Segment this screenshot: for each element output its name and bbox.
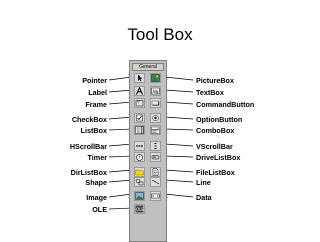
checkbox-icon	[136, 114, 143, 122]
frame-icon: xy	[135, 100, 144, 107]
tool-timer[interactable]	[134, 152, 145, 162]
combobox-icon	[151, 126, 160, 134]
label-dirlistbox: DirListBox	[70, 168, 107, 177]
data-control-icon	[151, 193, 160, 199]
label-ole: OLE	[92, 205, 107, 214]
tool-hscrollbar[interactable]	[134, 141, 145, 151]
tool-ole[interactable]: OLE	[134, 204, 145, 214]
pointer-arrow-icon	[138, 74, 143, 82]
label-textbox: TextBox	[196, 88, 224, 97]
listbox-icon	[135, 126, 144, 134]
label-data: Data	[196, 193, 212, 202]
tool-listbox[interactable]	[134, 125, 145, 135]
tool-vscrollbar[interactable]	[150, 141, 161, 151]
label-filelistbox: FileListBox	[196, 168, 235, 177]
command-button-icon	[151, 100, 160, 106]
toolbox-header[interactable]: General	[132, 63, 164, 71]
tool-shape[interactable]	[134, 177, 145, 187]
tool-drivelistbox[interactable]	[150, 152, 161, 162]
label-combobox: ComboBox	[196, 126, 235, 135]
label-commandbutton: CommandButton	[196, 100, 255, 109]
label-hscrollbar: HScrollBar	[69, 142, 107, 151]
stopwatch-icon	[136, 154, 143, 161]
label-frame: Frame	[85, 100, 107, 109]
tool-textbox[interactable]	[150, 86, 161, 96]
letter-a-icon	[136, 87, 143, 95]
label-shape: Shape	[85, 178, 107, 187]
label-picturebox: PictureBox	[196, 76, 234, 85]
label-drivelistbox: DriveListBox	[196, 153, 241, 162]
svg-text:OLE: OLE	[136, 207, 144, 212]
vertical-scrollbar-icon	[154, 142, 157, 150]
radio-button-icon	[152, 114, 159, 122]
label-optionbutton: OptionButton	[196, 115, 243, 124]
picture-icon	[151, 74, 160, 82]
label-vscrollbar: VScrollBar	[196, 142, 233, 151]
shapes-icon	[135, 178, 144, 186]
label-listbox: ListBox	[80, 126, 107, 135]
tool-filelistbox[interactable]	[150, 167, 161, 177]
file-icon	[152, 168, 159, 176]
tool-dirlistbox[interactable]	[134, 167, 145, 177]
tool-optionbutton[interactable]	[150, 113, 161, 123]
horizontal-scrollbar-icon	[136, 144, 143, 148]
tool-data[interactable]	[150, 191, 161, 201]
image-icon	[135, 192, 144, 200]
folder-icon	[135, 169, 144, 176]
drive-icon	[151, 155, 160, 160]
svg-text:xy: xy	[137, 100, 140, 103]
line-icon	[151, 179, 160, 185]
label-pointer: Pointer	[82, 76, 107, 85]
tool-pointer[interactable]	[134, 73, 145, 83]
ole-icon: OLE	[135, 205, 144, 213]
label-label: Label	[88, 88, 107, 97]
tool-picturebox[interactable]	[150, 73, 161, 83]
label-checkbox: CheckBox	[71, 115, 107, 124]
label-line: Line	[196, 178, 211, 187]
toolbox-panel: General xy OLE	[129, 60, 167, 242]
textbox-ab-icon	[151, 87, 160, 95]
tool-frame[interactable]: xy	[134, 98, 145, 108]
tool-commandbutton[interactable]	[150, 98, 161, 108]
tool-checkbox[interactable]	[134, 113, 145, 123]
label-timer: Timer	[87, 153, 107, 162]
tool-label[interactable]	[134, 86, 145, 96]
tool-combobox[interactable]	[150, 125, 161, 135]
label-image: Image	[86, 193, 107, 202]
tool-image[interactable]	[134, 191, 145, 201]
tool-line[interactable]	[150, 177, 161, 187]
